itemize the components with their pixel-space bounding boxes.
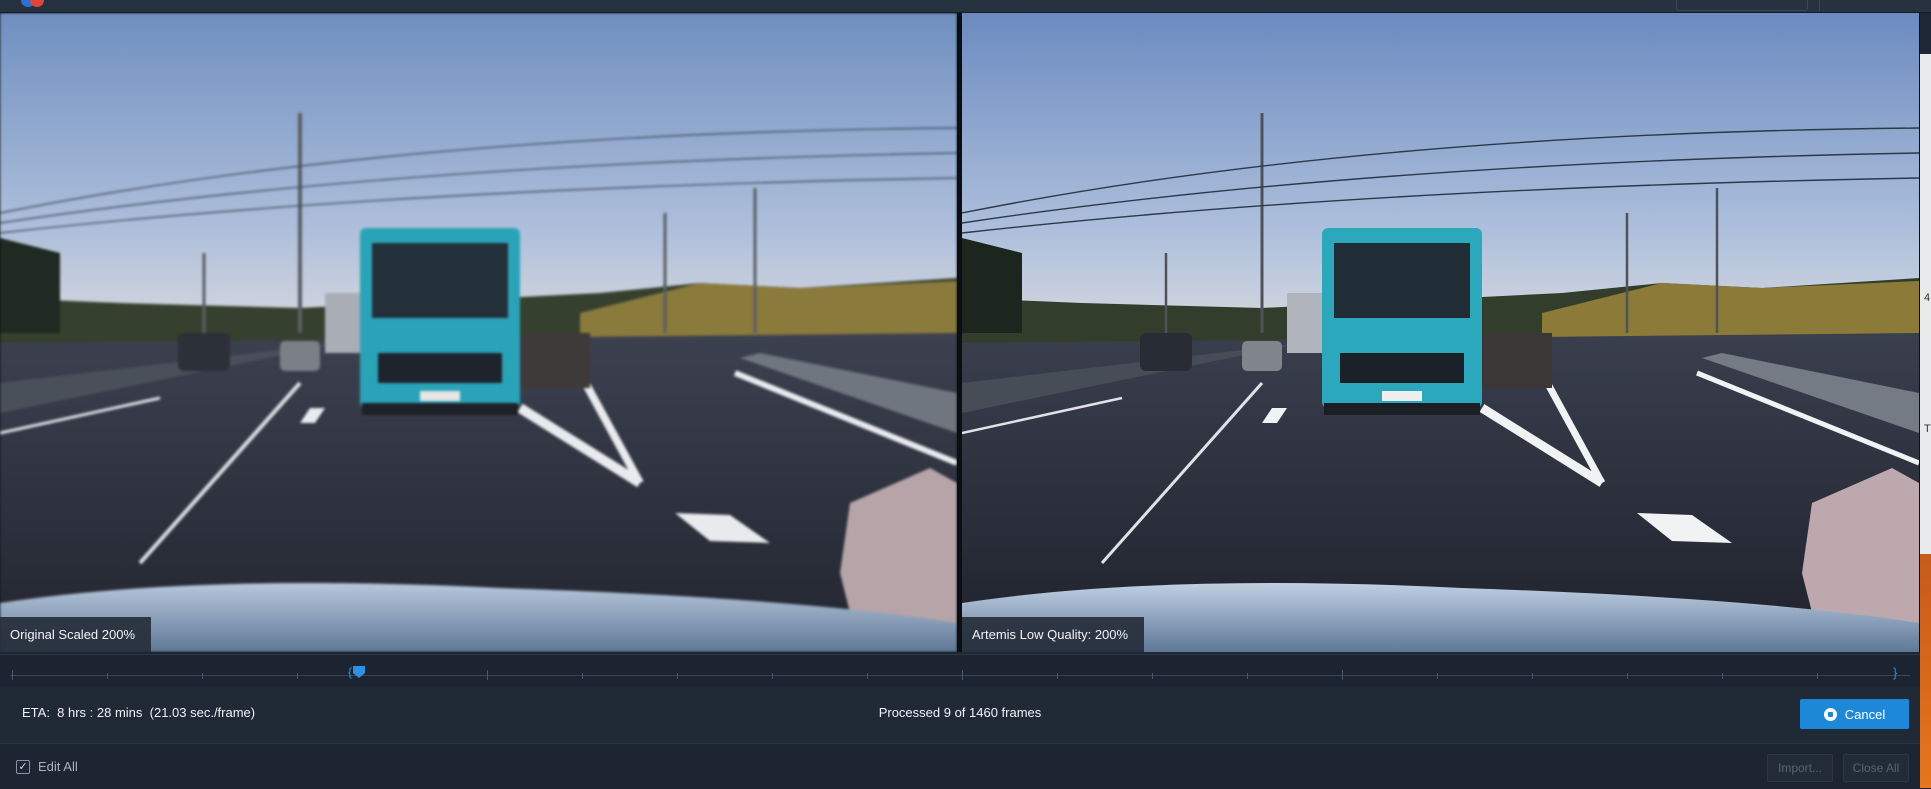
title-bar bbox=[0, 0, 1931, 13]
cancel-button-label: Cancel bbox=[1844, 706, 1886, 722]
playhead-marker-icon[interactable] bbox=[352, 665, 366, 679]
timeline-tick bbox=[1627, 673, 1628, 679]
enhanced-preview-panel[interactable]: Artemis Low Quality: 200% bbox=[962, 13, 1919, 652]
range-end-marker[interactable]: } bbox=[1893, 665, 1897, 680]
edge-glyph-1: 4 bbox=[1924, 292, 1931, 304]
timeline-tick bbox=[1247, 673, 1248, 679]
processed-frames-text: Processed 9 of 1460 frames bbox=[878, 705, 1042, 720]
app-logo-icon bbox=[21, 0, 44, 7]
topbar-separator bbox=[1819, 0, 1820, 11]
timeline-scrubber[interactable]: { } bbox=[0, 654, 1920, 688]
timeline-tick bbox=[1817, 673, 1818, 679]
timeline-tick bbox=[772, 673, 773, 679]
timeline-tick bbox=[867, 673, 868, 679]
topbar-button[interactable] bbox=[1676, 0, 1808, 11]
footer-bar: ✓ Edit All Import... Close All bbox=[0, 743, 1920, 789]
timeline-track[interactable] bbox=[10, 675, 1910, 676]
background-window-edge bbox=[1920, 54, 1931, 788]
timeline-tick bbox=[1342, 670, 1343, 680]
timeline-tick bbox=[1437, 673, 1438, 679]
timeline-tick bbox=[1057, 673, 1058, 679]
original-video-frame bbox=[0, 13, 957, 652]
enhanced-video-frame bbox=[962, 13, 1919, 652]
edit-all-checkbox[interactable]: ✓ bbox=[16, 760, 30, 774]
timeline-tick bbox=[12, 670, 13, 680]
original-preview-panel[interactable]: Original Scaled 200% bbox=[0, 13, 957, 652]
timeline-tick bbox=[202, 673, 203, 679]
original-panel-label: Original Scaled 200% bbox=[0, 617, 152, 652]
stop-circle-icon bbox=[1823, 707, 1837, 721]
comparison-viewer: Original Scaled 200% Artemis Low Quality… bbox=[0, 13, 1920, 652]
edit-all-label[interactable]: Edit All bbox=[38, 759, 78, 774]
timeline-tick bbox=[107, 673, 108, 679]
timeline-tick bbox=[1532, 673, 1533, 679]
processing-status-bar: ETA: 8 hrs : 28 mins (21.03 sec./frame) … bbox=[0, 687, 1920, 742]
timeline-tick bbox=[962, 670, 963, 680]
timeline-tick bbox=[487, 670, 488, 680]
background-window-accent bbox=[1920, 554, 1931, 788]
close-all-button[interactable]: Close All bbox=[1843, 754, 1909, 782]
timeline-tick bbox=[582, 673, 583, 679]
cancel-button[interactable]: Cancel bbox=[1800, 699, 1909, 729]
timeline-tick bbox=[677, 673, 678, 679]
timeline-tick bbox=[1152, 673, 1153, 679]
timeline-tick bbox=[297, 673, 298, 679]
edge-glyph-2: T bbox=[1924, 423, 1931, 435]
enhanced-panel-label: Artemis Low Quality: 200% bbox=[962, 617, 1145, 652]
import-button[interactable]: Import... bbox=[1767, 754, 1833, 782]
timeline-tick bbox=[1722, 673, 1723, 679]
